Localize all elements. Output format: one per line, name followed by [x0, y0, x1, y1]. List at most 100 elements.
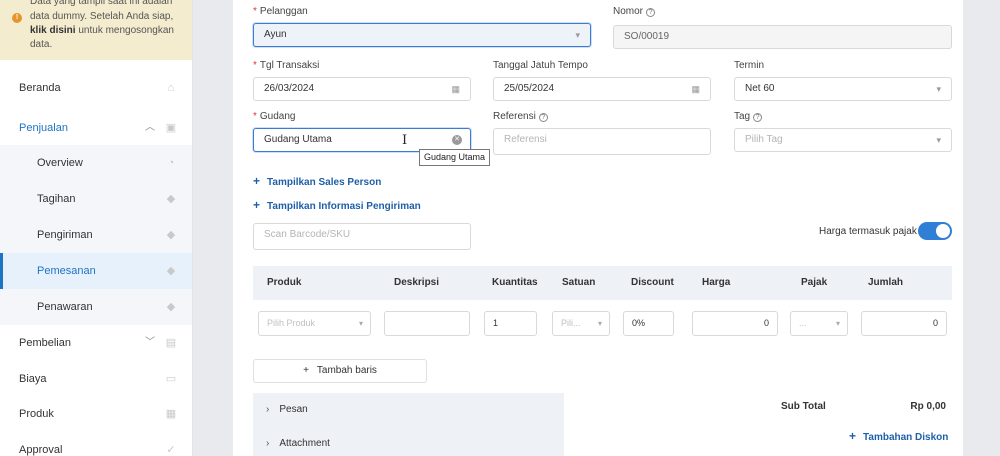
pie-chart-icon: ◔: [167, 157, 175, 169]
col-discount: Discount: [631, 277, 674, 288]
show-shipping-info-link[interactable]: + Tampilkan Informasi Pengiriman: [253, 198, 421, 212]
sidebar-item-beranda[interactable]: Beranda ⌂: [0, 70, 192, 106]
sidebar-item-approval[interactable]: Approval ✓: [0, 432, 192, 456]
toggle-knob: [936, 224, 950, 238]
clear-icon[interactable]: ✕: [452, 135, 462, 145]
chevron-down-icon: ▾: [597, 319, 602, 328]
discount-input[interactable]: 0%: [623, 311, 674, 336]
sidebar-item-tagihan[interactable]: Tagihan ◆: [0, 181, 192, 217]
sidebar-item-label: Approval: [19, 444, 63, 456]
notice-line-2: data dummy. Setelah Anda siap,: [30, 11, 174, 22]
tag-icon: ◆: [166, 229, 176, 241]
help-icon: ?: [753, 113, 763, 122]
attachment-section[interactable]: › Attachment: [253, 427, 564, 456]
text-cursor-icon: I: [402, 133, 408, 148]
col-kuantitas: Kuantitas: [492, 277, 538, 288]
sidebar-item-label: Pengiriman: [37, 229, 93, 241]
jumlah-input[interactable]: 0: [861, 311, 947, 336]
home-icon: ⌂: [167, 82, 175, 94]
col-produk: Produk: [267, 277, 302, 288]
sidebar: ! Data yang tampil saat ini adalah data …: [0, 0, 193, 456]
items-table-header: Produk Deskripsi Kuantitas Satuan Discou…: [253, 266, 952, 300]
harga-input[interactable]: 0: [692, 311, 778, 336]
tag-icon: ◆: [166, 301, 176, 313]
check-icon: ✓: [166, 444, 176, 456]
harga-pajak-toggle[interactable]: [918, 222, 952, 240]
sidebar-item-label: Penjualan: [19, 122, 68, 134]
sidebar-item-label: Pemesanan: [37, 265, 96, 277]
termin-select[interactable]: Net 60 ▾: [734, 77, 952, 101]
chevron-down-icon: ▾: [835, 319, 840, 328]
chevron-up-icon: ︿: [145, 122, 155, 133]
sidebar-item-label: Beranda: [19, 82, 61, 94]
card-icon: ▭: [165, 373, 177, 385]
sidebar-item-penawaran[interactable]: Penawaran ◆: [0, 289, 192, 325]
help-icon: ?: [646, 8, 656, 17]
sidebar-item-label: Tagihan: [37, 193, 76, 205]
sidebar-item-penjualan[interactable]: Penjualan ︿ ▣: [0, 110, 192, 146]
plus-icon: +: [253, 198, 261, 212]
pelanggan-select[interactable]: Ayun ▾: [253, 23, 591, 47]
nomor-label: Nomor?: [613, 6, 656, 17]
tag-icon: ◆: [166, 193, 176, 205]
chevron-down-icon: ▾: [936, 84, 941, 94]
sidebar-item-label: Overview: [37, 157, 83, 169]
subtotal-value: Rp 0,00: [910, 401, 946, 412]
col-pajak: Pajak: [801, 277, 828, 288]
plus-icon: +: [303, 365, 309, 376]
notice-line-3: klik disini untuk mengosongkan: [30, 24, 174, 37]
satuan-select[interactable]: Pili... ▾: [552, 311, 610, 336]
chevron-right-icon: ›: [266, 438, 270, 449]
add-discount-link[interactable]: + Tambahan Diskon: [849, 429, 948, 443]
referensi-input[interactable]: Referensi: [493, 128, 711, 155]
sidebar-item-produk[interactable]: Produk ▦: [0, 396, 192, 432]
notice-line-3-rest: untuk mengosongkan: [75, 25, 174, 36]
plus-icon: +: [849, 429, 857, 443]
sidebar-item-label: Biaya: [19, 373, 47, 385]
tag-label: Tag?: [734, 111, 763, 122]
col-harga: Harga: [702, 277, 731, 288]
chevron-down-icon: ▾: [575, 30, 580, 40]
calendar-icon: ▦: [451, 84, 460, 94]
chevron-right-icon: ›: [266, 404, 270, 415]
add-row-button[interactable]: + Tambah baris: [253, 359, 427, 383]
harga-pajak-label: Harga termasuk pajak: [819, 226, 917, 237]
chevron-down-icon: ▾: [936, 135, 941, 145]
clear-data-link[interactable]: klik disini: [30, 25, 76, 36]
warning-icon: !: [12, 13, 22, 23]
sidebar-item-biaya[interactable]: Biaya ▭: [0, 361, 192, 397]
termin-label: Termin: [734, 60, 765, 71]
sidebar-item-label: Produk: [19, 408, 54, 420]
basket-icon: ▤: [165, 337, 177, 349]
tag-select[interactable]: Pilih Tag ▾: [734, 128, 952, 152]
show-sales-person-link[interactable]: + Tampilkan Sales Person: [253, 174, 381, 188]
referensi-label: Referensi?: [493, 111, 548, 122]
chevron-down-icon: ▾: [358, 319, 363, 328]
deskripsi-input[interactable]: [384, 311, 470, 336]
notice-line-4: data.: [30, 39, 53, 50]
sidebar-item-pengiriman[interactable]: Pengiriman ◆: [0, 217, 192, 253]
gudang-label: * Gudang: [253, 111, 296, 122]
sidebar-item-label: Pembelian: [19, 337, 71, 349]
gudang-tooltip: Gudang Utama: [419, 149, 491, 166]
plus-icon: +: [253, 174, 261, 188]
pajak-select[interactable]: ... ▾: [790, 311, 848, 336]
shop-icon: ▣: [165, 122, 177, 134]
jatuh-tempo-label: Tanggal Jatuh Tempo: [493, 60, 588, 71]
tgl-transaksi-label: * Tgl Transaksi: [253, 60, 320, 71]
produk-select[interactable]: Pilih Produk ▾: [258, 311, 371, 336]
box-icon: ▦: [165, 408, 177, 420]
pelanggan-label: * Pelanggan: [253, 6, 308, 17]
nomor-field[interactable]: SO/00019: [613, 25, 952, 49]
col-jumlah: Jumlah: [868, 277, 904, 288]
sidebar-item-pembelian[interactable]: Pembelian ﹀ ▤: [0, 325, 192, 361]
jatuh-tempo-input[interactable]: 25/05/2024 ▦: [493, 77, 711, 101]
sidebar-item-pemesanan[interactable]: Pemesanan ◆: [0, 253, 192, 289]
barcode-input[interactable]: Scan Barcode/SKU: [253, 223, 471, 250]
pesan-section[interactable]: › Pesan: [253, 393, 564, 427]
col-deskripsi: Deskripsi: [394, 277, 440, 288]
calendar-icon: ▦: [691, 84, 700, 94]
kuantitas-input[interactable]: 1: [484, 311, 537, 336]
tgl-transaksi-input[interactable]: 26/03/2024 ▦: [253, 77, 471, 101]
sidebar-item-overview[interactable]: Overview ◔: [0, 145, 192, 181]
